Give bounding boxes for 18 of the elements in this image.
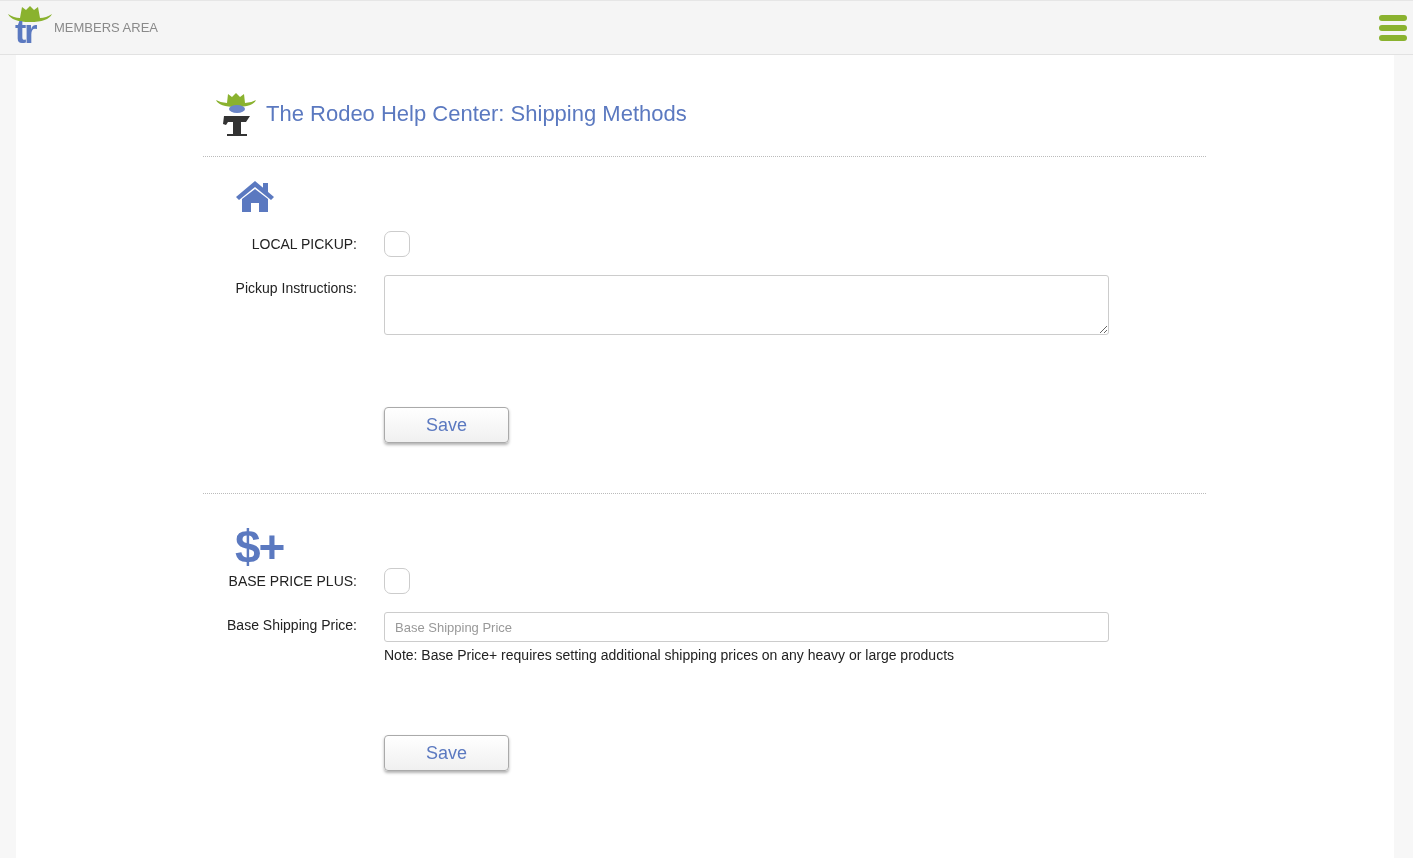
menu-icon[interactable] [1379, 14, 1407, 41]
note-text: Note: Base Price+ requires setting additional shipping prices on any heavy or large products [384, 647, 956, 663]
save-button[interactable]: Save [384, 407, 509, 443]
page-title: The Rodeo Help Center: Shipping Methods [266, 101, 687, 127]
dollar-plus-icon: $+ [235, 524, 284, 570]
logo[interactable]: tr [8, 2, 54, 53]
field-label: Base Shipping Price: [226, 616, 357, 635]
header-title: MEMBERS AREA [54, 20, 159, 35]
price-field[interactable]: Base Shipping Price [384, 612, 1109, 642]
field-label: Pickup Instructions: [234, 279, 357, 298]
checkbox[interactable] [384, 568, 410, 594]
house-icon [235, 179, 275, 213]
field-label: LOCAL PICKUP: [250, 235, 357, 254]
checkbox[interactable] [384, 231, 410, 257]
cowboy-mascot-icon [216, 92, 258, 136]
save-button[interactable]: Save [384, 735, 509, 771]
field-label: BASE PRICE PLUS: [227, 572, 357, 591]
instructions-textarea[interactable] [384, 275, 1109, 335]
